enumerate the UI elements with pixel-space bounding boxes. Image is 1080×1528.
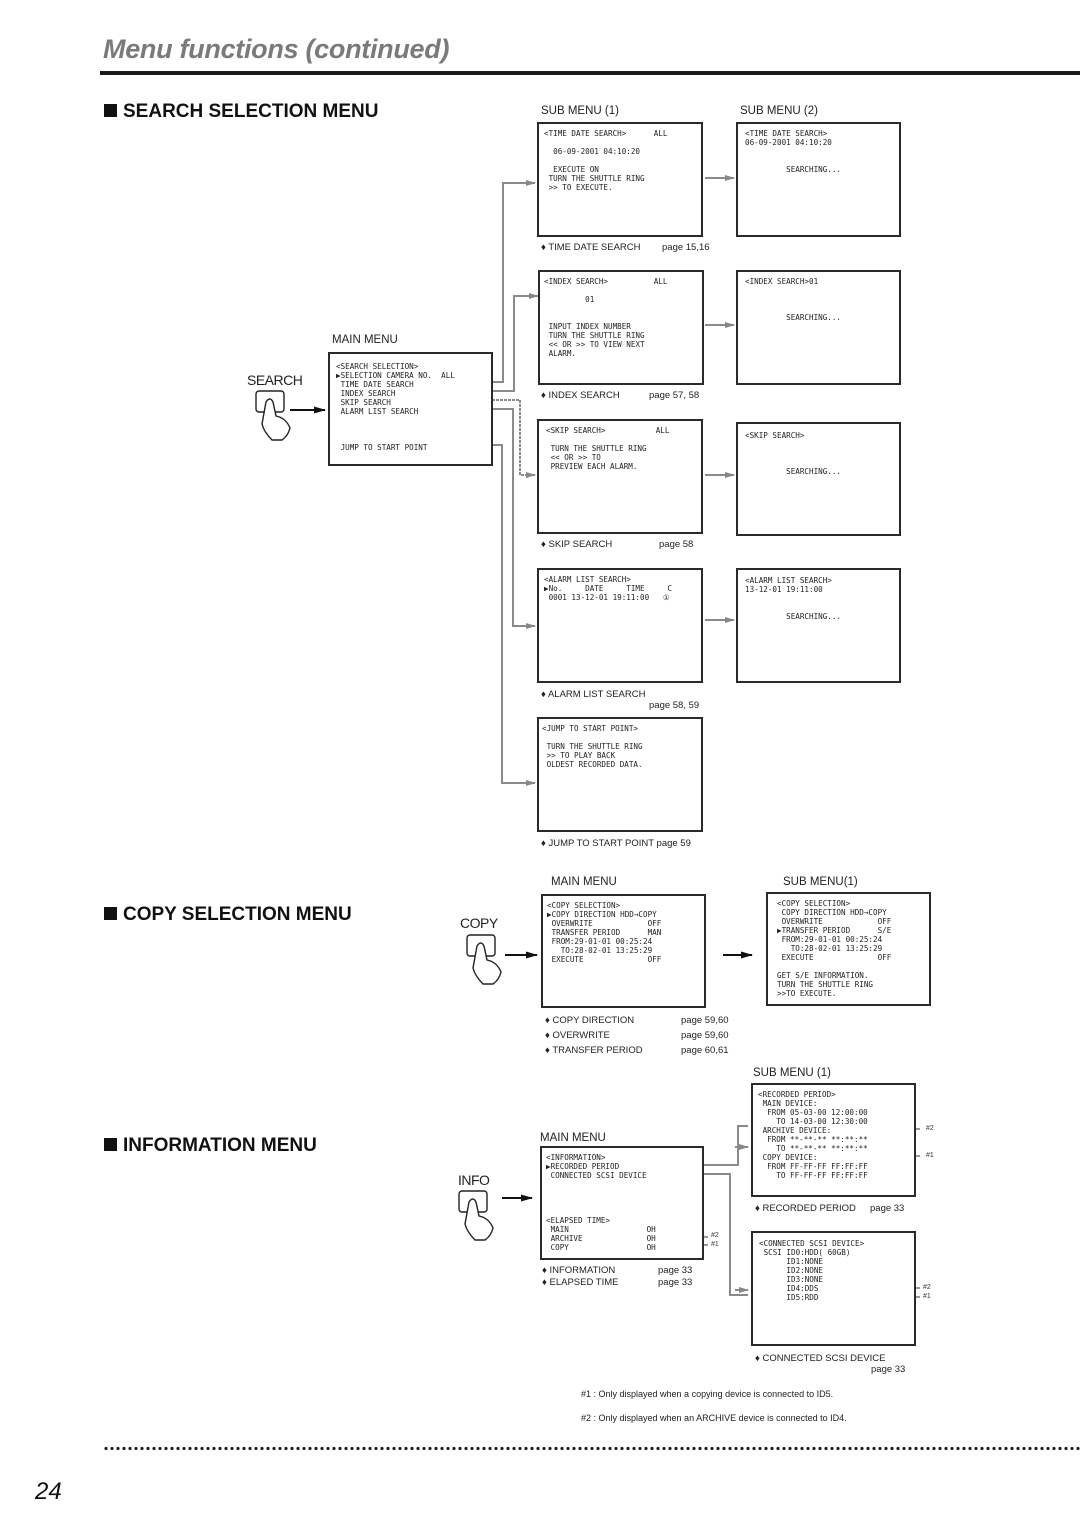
time-date-search-sub2-text: <TIME DATE SEARCH> 06-09-2001 04:10:20 S… (745, 129, 842, 174)
connected-scsi-device-ref: ♦ CONNECTED SCSI DEVICE page 33 (755, 1353, 910, 1377)
ref-page: page 58, 59 (649, 700, 700, 711)
marker-two: #2 (923, 1284, 931, 1291)
copy-selection-heading-text: COPY SELECTION MENU (123, 904, 352, 925)
footnote-2: #2 : Only displayed when an ARCHIVE devi… (581, 1413, 847, 1423)
ref-page: page 59,60 (681, 1015, 729, 1026)
hand-press-icon (466, 934, 502, 985)
skip-search-sub2-screen: <SKIP SEARCH> SEARCHING... (736, 422, 901, 536)
skip-search-sub1-text: <SKIP SEARCH> ALL TURN THE SHUTTLE RING … (546, 426, 670, 471)
overwrite-ref: ♦ OVERWRITE page 59,60 (545, 1030, 729, 1041)
ref-page: page 58 (659, 539, 694, 550)
connector-jump (452, 444, 536, 786)
marker-one: #1 (923, 1293, 931, 1300)
hand-press-icon (458, 1190, 494, 1241)
copy-main-screen: <COPY SELECTION> ▶COPY DIRECTION HDD→COP… (541, 894, 706, 1008)
recorded-period-screen-text: <RECORDED PERIOD> MAIN DEVICE: FROM 05-0… (758, 1090, 868, 1180)
ref-label: ♦ ALARM LIST SEARCH (541, 689, 646, 700)
copy-sub-menu-label: SUB MENU(1) (783, 876, 858, 888)
ref-label: ♦ TIME DATE SEARCH (541, 242, 641, 253)
square-bullet-icon (104, 1138, 117, 1151)
transfer-period-ref: ♦ TRANSFER PERIOD page 60,61 (545, 1045, 729, 1056)
ref-label: ♦ SKIP SEARCH (541, 539, 613, 550)
search-sub-menu2-label: SUB MENU (2) (740, 105, 818, 117)
search-selection-heading-text: SEARCH SELECTION MENU (123, 101, 379, 122)
copy-direction-ref: ♦ COPY DIRECTION page 59,60 (545, 1015, 729, 1026)
copy-sub-screen-text: <COPY SELECTION> COPY DIRECTION HDD→COPY… (777, 899, 892, 998)
search-main-screen-text: <SEARCH SELECTION> ▶SELECTION CAMERA NO.… (336, 362, 455, 452)
alarm-list-search-ref: ♦ ALARM LIST SEARCH page 58, 59 (541, 689, 706, 713)
recorded-period-screen: <RECORDED PERIOD> MAIN DEVICE: FROM 05-0… (751, 1083, 916, 1197)
hand-press-icon (255, 390, 291, 441)
alarm-list-search-sub2-text: <ALARM LIST SEARCH> 13-12-01 19:11:00 SE… (745, 576, 842, 621)
info-main-screen-text: <INFORMATION> ▶RECORDED PERIOD CONNECTED… (546, 1153, 656, 1252)
information-ref: ♦ INFORMATION page 33 (542, 1265, 692, 1276)
search-sub-menu1-label: SUB MENU (1) (541, 105, 619, 117)
skip-search-sub1-screen: <SKIP SEARCH> ALL TURN THE SHUTTLE RING … (537, 419, 703, 534)
ref-page: page 59,60 (681, 1030, 729, 1041)
index-search-sub1-screen: <INDEX SEARCH> ALL 01 INPUT INDEX NUMBER… (538, 270, 704, 385)
index-search-sub2-screen: <INDEX SEARCH>01 SEARCHING... (736, 270, 901, 385)
index-search-ref: ♦ INDEX SEARCH page 57, 58 (541, 390, 699, 401)
ref-page: page 60,61 (681, 1045, 729, 1056)
footnote-1: #1 : Only displayed when a copying devic… (581, 1389, 834, 1399)
ref-label: ♦ INFORMATION (542, 1265, 616, 1276)
ref-page: page 33 (658, 1265, 693, 1276)
title-rule (100, 71, 1080, 75)
skip-search-sub2-text: <SKIP SEARCH> SEARCHING... (745, 431, 842, 476)
information-heading-text: INFORMATION MENU (123, 1135, 317, 1156)
jump-to-start-sub1-screen: <JUMP TO START POINT> TURN THE SHUTTLE R… (537, 717, 703, 832)
dotted-divider (103, 1446, 1080, 1451)
ref-label: ♦ RECORDED PERIOD (755, 1203, 856, 1214)
alarm-list-search-sub1-text: <ALARM LIST SEARCH> ▶No. DATE TIME C 000… (544, 575, 673, 602)
ref-label: ♦ ELAPSED TIME (542, 1277, 619, 1288)
square-bullet-icon (104, 104, 117, 117)
search-main-menu-label: MAIN MENU (332, 334, 398, 346)
search-selection-heading: SEARCH SELECTION MENU (104, 101, 378, 123)
copy-sub-screen: <COPY SELECTION> COPY DIRECTION HDD→COPY… (766, 892, 931, 1006)
alarm-list-search-sub1-screen: <ALARM LIST SEARCH> ▶No. DATE TIME C 000… (537, 568, 703, 683)
page-title: Menu functions (continued) (103, 34, 450, 64)
info-main-menu-label: MAIN MENU (540, 1132, 606, 1144)
copy-main-screen-text: <COPY SELECTION> ▶COPY DIRECTION HDD→COP… (547, 901, 662, 964)
info-sub-menu-label: SUB MENU (1) (753, 1067, 831, 1079)
ref-label: ♦ OVERWRITE (545, 1030, 610, 1041)
ref-label: ♦ CONNECTED SCSI DEVICE (755, 1353, 886, 1364)
information-heading: INFORMATION MENU (104, 1135, 317, 1157)
ref-page: page 57, 58 (649, 390, 700, 401)
search-main-screen: <SEARCH SELECTION> ▶SELECTION CAMERA NO.… (328, 352, 493, 466)
time-date-search-sub1-screen: <TIME DATE SEARCH> ALL 06-09-2001 04:10:… (537, 122, 703, 237)
ref-page: page 33 (658, 1277, 693, 1288)
info-main-screen: <INFORMATION> ▶RECORDED PERIOD CONNECTED… (540, 1146, 704, 1260)
square-bullet-icon (104, 907, 117, 920)
ref-label: ♦ TRANSFER PERIOD (545, 1045, 643, 1056)
search-button-label: SEARCH (247, 372, 303, 388)
marker-one: #1 (926, 1152, 934, 1159)
ref-label: ♦ INDEX SEARCH (541, 390, 620, 401)
index-search-sub1-text: <INDEX SEARCH> ALL 01 INPUT INDEX NUMBER… (544, 277, 668, 358)
alarm-list-search-sub2-screen: <ALARM LIST SEARCH> 13-12-01 19:11:00 SE… (736, 568, 901, 683)
jump-to-start-ref: ♦ JUMP TO START POINT page 59 (541, 838, 691, 849)
copy-button-label: COPY (460, 915, 498, 931)
time-date-search-sub1-text: <TIME DATE SEARCH> ALL 06-09-2001 04:10:… (544, 129, 668, 192)
ref-page: page 33 (870, 1203, 905, 1214)
ref-page: page 33 (871, 1364, 906, 1375)
marker-one: #1 (711, 1241, 719, 1248)
connected-scsi-device-screen-text: <CONNECTED SCSI DEVICE> SCSI ID0:HDD( 60… (759, 1239, 865, 1302)
copy-main-menu-label: MAIN MENU (551, 876, 617, 888)
connected-scsi-device-screen: <CONNECTED SCSI DEVICE> SCSI ID0:HDD( 60… (751, 1231, 916, 1346)
page-number: 24 (35, 1478, 62, 1505)
marker-two: #2 (926, 1125, 934, 1132)
time-date-search-ref: ♦ TIME DATE SEARCH page 15,16 (541, 242, 710, 253)
jump-to-start-sub1-text: <JUMP TO START POINT> TURN THE SHUTTLE R… (542, 724, 643, 769)
time-date-search-sub2-screen: <TIME DATE SEARCH> 06-09-2001 04:10:20 S… (736, 122, 901, 237)
skip-search-ref: ♦ SKIP SEARCH page 58 (541, 539, 693, 550)
ref-page: page 15,16 (662, 242, 710, 253)
marker-two: #2 (711, 1232, 719, 1239)
elapsed-time-ref: ♦ ELAPSED TIME page 33 (542, 1277, 692, 1288)
copy-selection-heading: COPY SELECTION MENU (104, 904, 352, 926)
info-button-label: INFO (458, 1172, 490, 1188)
ref-label: ♦ COPY DIRECTION (545, 1015, 635, 1026)
recorded-period-ref: ♦ RECORDED PERIOD page 33 (755, 1203, 904, 1214)
index-search-sub2-text: <INDEX SEARCH>01 SEARCHING... (745, 277, 842, 322)
